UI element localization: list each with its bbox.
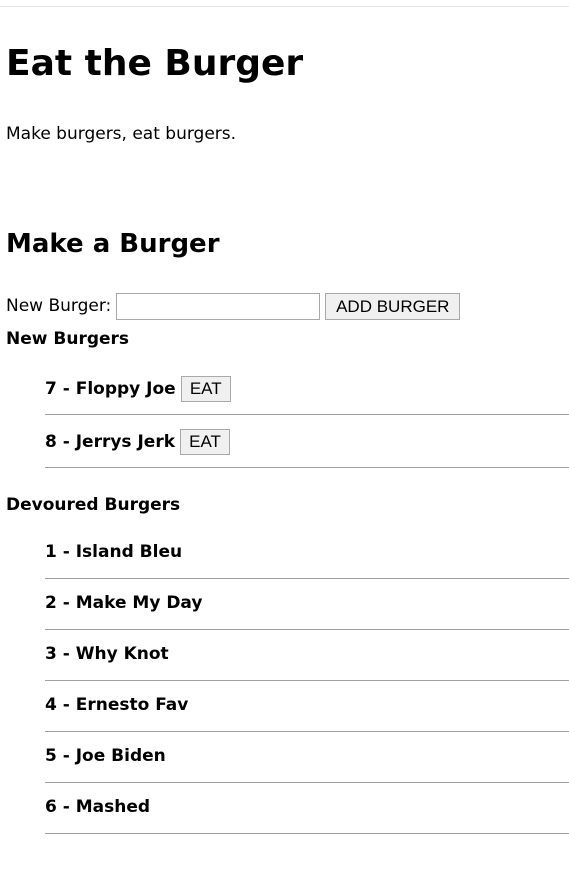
add-burger-button[interactable]: ADD BURGER	[325, 292, 461, 320]
burger-name: 4 - Ernesto Fav	[45, 695, 189, 715]
devoured-burger-item: 3 - Why Knot	[45, 629, 569, 681]
eat-button[interactable]: EAT	[180, 376, 231, 402]
page-title: Eat the Burger	[6, 43, 304, 84]
burger-name: 1 - Island Bleu	[45, 542, 183, 562]
burger-name: 3 - Why Knot	[45, 644, 169, 664]
devoured-burgers-heading: Devoured Burgers	[6, 495, 181, 515]
burger-name: 2 - Make My Day	[45, 593, 203, 613]
new-burgers-heading: New Burgers	[6, 329, 130, 349]
new-burger-label: New Burger:	[6, 296, 112, 316]
devoured-burger-item: 6 - Mashed	[45, 782, 569, 834]
top-divider	[0, 6, 569, 7]
burger-name: 7 - Floppy Joe	[45, 379, 176, 399]
burger-name: 5 - Joe Biden	[45, 746, 166, 766]
new-burger-form: New Burger: ADD BURGER	[6, 292, 461, 320]
devoured-burger-item: 4 - Ernesto Fav	[45, 680, 569, 732]
new-burger-item: 8 - Jerrys Jerk EAT	[45, 416, 569, 468]
make-burger-heading: Make a Burger	[6, 229, 220, 259]
page-tagline: Make burgers, eat burgers.	[6, 124, 237, 144]
new-burger-item: 7 - Floppy Joe EAT	[45, 363, 569, 415]
burger-name: 8 - Jerrys Jerk	[45, 432, 176, 452]
devoured-burger-item: 1 - Island Bleu	[45, 527, 569, 579]
devoured-burger-item: 2 - Make My Day	[45, 578, 569, 630]
eat-button[interactable]: EAT	[180, 429, 231, 455]
new-burger-input[interactable]	[116, 292, 321, 320]
devoured-burger-item: 5 - Joe Biden	[45, 731, 569, 783]
burger-name: 6 - Mashed	[45, 797, 151, 817]
